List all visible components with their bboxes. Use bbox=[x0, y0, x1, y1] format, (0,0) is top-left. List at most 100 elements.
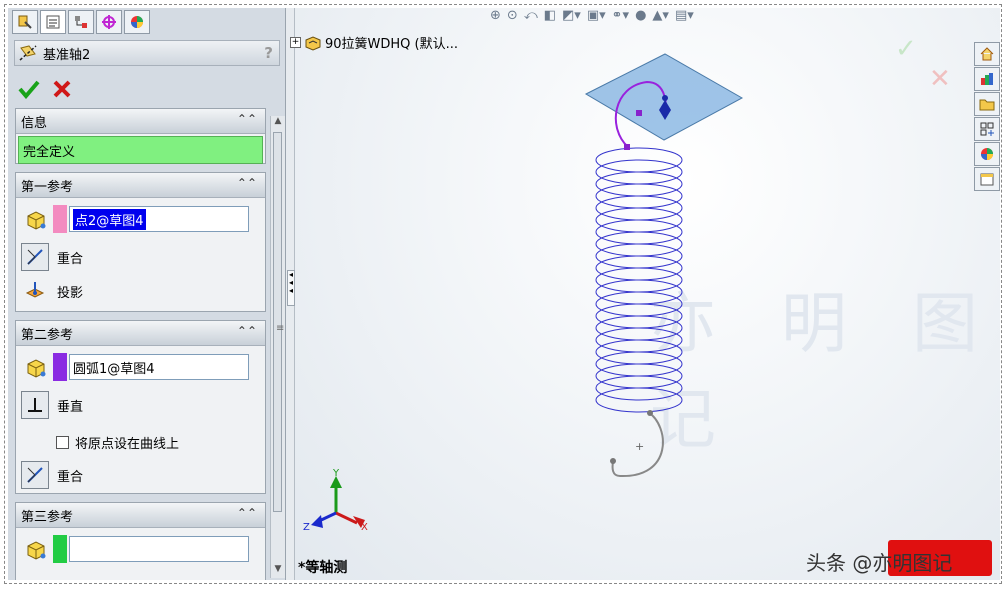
project-option[interactable]: 投影 bbox=[21, 277, 83, 305]
perpendicular-option[interactable]: 垂直 bbox=[21, 391, 83, 419]
collapse-icon[interactable]: ⌃⌃ bbox=[237, 506, 257, 520]
first-reference-header[interactable]: 第一参考 ⌃⌃ bbox=[16, 173, 265, 198]
y-axis-label: Y bbox=[333, 468, 340, 479]
tab-dimxpert[interactable] bbox=[96, 10, 122, 34]
status-badge: 完全定义 bbox=[18, 136, 263, 164]
origin-on-curve-option[interactable]: 将原点设在曲线上 bbox=[56, 433, 179, 452]
info-group-title: 信息 bbox=[21, 115, 48, 131]
page-title: 基准轴2 bbox=[43, 47, 91, 63]
third-reference-selection-row bbox=[21, 535, 249, 563]
custom-properties-icon[interactable] bbox=[974, 167, 1000, 191]
coincident-label: 重合 bbox=[57, 251, 84, 267]
coincident-icon bbox=[21, 461, 49, 489]
coincident-icon bbox=[21, 243, 49, 271]
graphics-area[interactable]: 亦 明 图 记 + Y X Z ✓ ✕ bbox=[295, 8, 1000, 580]
second-reference-group: 第二参考 ⌃⌃ 圆弧1@草图4 垂直 将原点设在曲线上 重合 bbox=[15, 320, 266, 494]
section-view-icon[interactable]: ◧ bbox=[544, 8, 556, 23]
scene-icon[interactable]: ▲▾ bbox=[652, 8, 669, 23]
first-reference-selection-row: 点2@草图4 bbox=[21, 205, 249, 233]
project-icon bbox=[21, 277, 49, 305]
panel-scrollbar[interactable]: ▲ ≡ ▼ bbox=[270, 116, 285, 578]
confirm-x-icon[interactable]: ✕ bbox=[929, 64, 951, 94]
first-reference-value: 点2@草图4 bbox=[73, 208, 146, 230]
svg-text:+: + bbox=[635, 440, 644, 453]
collapse-icon[interactable]: ⌃⌃ bbox=[237, 176, 257, 190]
display-manager-icon bbox=[131, 16, 143, 28]
design-library-icon[interactable] bbox=[974, 67, 1000, 91]
tab-property-manager[interactable] bbox=[40, 10, 66, 34]
selection-color-swatch bbox=[53, 353, 67, 381]
tab-configuration-manager[interactable] bbox=[68, 10, 94, 34]
display-style-icon[interactable]: ▣▾ bbox=[587, 8, 606, 23]
third-reference-header[interactable]: 第三参考 ⌃⌃ bbox=[16, 503, 265, 528]
file-explorer-icon[interactable] bbox=[974, 92, 1000, 116]
tab-display-manager[interactable] bbox=[124, 10, 150, 34]
axis-triad bbox=[311, 476, 365, 528]
second-reference-title: 第二参考 bbox=[21, 327, 74, 343]
heads-up-toolbar: ⊕ ⊙ ⤺ ◧ ◩▾ ▣▾ ⚭▾ ● ▲▾ ▤▾ bbox=[490, 8, 694, 23]
feature-manager-icon bbox=[18, 15, 32, 29]
perpendicular-label: 垂直 bbox=[57, 399, 84, 415]
part-name: 90拉簧WDHQ (默认... bbox=[325, 37, 459, 52]
coincident-option-2[interactable]: 重合 bbox=[21, 461, 83, 489]
second-reference-header[interactable]: 第二参考 ⌃⌃ bbox=[16, 321, 265, 346]
origin-on-curve-checkbox[interactable] bbox=[56, 436, 69, 449]
coincident-option[interactable]: 重合 bbox=[21, 243, 83, 271]
hide-show-icon[interactable]: ⚭▾ bbox=[612, 8, 629, 23]
tab-feature-manager[interactable] bbox=[12, 10, 38, 34]
help-button[interactable]: ? bbox=[264, 44, 273, 62]
author-credit: 头条 @亦明图记 bbox=[806, 551, 953, 575]
sketch-point[interactable] bbox=[624, 144, 630, 150]
x-icon[interactable] bbox=[52, 79, 72, 99]
dimxpert-icon bbox=[102, 15, 116, 29]
scrollbar-thumb[interactable]: ≡ bbox=[273, 132, 284, 512]
sketch-point[interactable] bbox=[636, 110, 642, 116]
property-manager-panel: 基准轴2 ? 信息 ⌃⌃ 完全定义 第一参考 ⌃⌃ 点2@草图4 重合 投影 第… bbox=[8, 8, 286, 580]
appearance-icon[interactable]: ● bbox=[635, 8, 646, 23]
perpendicular-icon bbox=[21, 391, 49, 419]
view-orientation-icon[interactable]: ◩▾ bbox=[562, 8, 581, 23]
expand-icon[interactable]: + bbox=[290, 37, 301, 48]
first-reference-field[interactable]: 点2@草图4 bbox=[69, 206, 249, 232]
confirm-check-icon[interactable]: ✓ bbox=[895, 34, 917, 64]
zoom-area-icon[interactable]: ⊙ bbox=[507, 8, 518, 23]
view-palette-icon[interactable] bbox=[974, 117, 1000, 141]
panel-splitter[interactable]: ◂ ◂ ◂ bbox=[286, 8, 295, 580]
z-axis-label: Z bbox=[303, 522, 310, 533]
selection-color-swatch bbox=[53, 535, 67, 563]
third-reference-group: 第三参考 ⌃⌃ bbox=[15, 502, 266, 580]
collapse-icon[interactable]: ⌃⌃ bbox=[237, 324, 257, 338]
origin-on-curve-label: 将原点设在曲线上 bbox=[75, 437, 180, 452]
third-reference-title: 第三参考 bbox=[21, 509, 74, 525]
first-reference-title: 第一参考 bbox=[21, 179, 74, 195]
view-settings-icon[interactable]: ▤▾ bbox=[675, 8, 694, 23]
previous-view-icon[interactable]: ⤺ bbox=[524, 8, 538, 23]
third-reference-field[interactable] bbox=[69, 536, 249, 562]
scroll-up-icon[interactable]: ▲ bbox=[271, 116, 285, 130]
second-reference-field[interactable]: 圆弧1@草图4 bbox=[69, 354, 249, 380]
feature-tree-root[interactable]: + 90拉簧WDHQ (默认... bbox=[290, 33, 458, 52]
cube-icon bbox=[21, 205, 49, 233]
info-group: 信息 ⌃⌃ 完全定义 bbox=[15, 108, 266, 164]
first-reference-group: 第一参考 ⌃⌃ 点2@草图4 重合 投影 bbox=[15, 172, 266, 312]
part-icon bbox=[305, 35, 321, 51]
scroll-down-icon[interactable]: ▼ bbox=[271, 564, 285, 578]
x-axis-label: X bbox=[361, 522, 368, 533]
property-manager-icon bbox=[46, 15, 60, 29]
appearances-icon[interactable] bbox=[974, 142, 1000, 166]
task-pane-tabs bbox=[974, 42, 1000, 191]
splitter-handle[interactable]: ◂ ◂ ◂ bbox=[287, 270, 295, 306]
coincident-label: 重合 bbox=[57, 469, 84, 485]
collapse-icon[interactable]: ⌃⌃ bbox=[237, 112, 257, 126]
zoom-to-fit-icon[interactable]: ⊕ bbox=[490, 8, 501, 23]
info-group-header[interactable]: 信息 ⌃⌃ bbox=[16, 109, 265, 134]
ok-cancel-row bbox=[18, 74, 72, 104]
home-icon[interactable] bbox=[974, 42, 1000, 66]
project-label: 投影 bbox=[57, 285, 84, 301]
check-icon[interactable] bbox=[18, 79, 40, 99]
view-name-label: *等轴测 bbox=[298, 560, 348, 576]
selection-color-swatch bbox=[53, 205, 67, 233]
manager-tabs bbox=[12, 10, 150, 36]
spring-model: + bbox=[311, 53, 744, 528]
reference-axis-icon bbox=[19, 45, 37, 61]
